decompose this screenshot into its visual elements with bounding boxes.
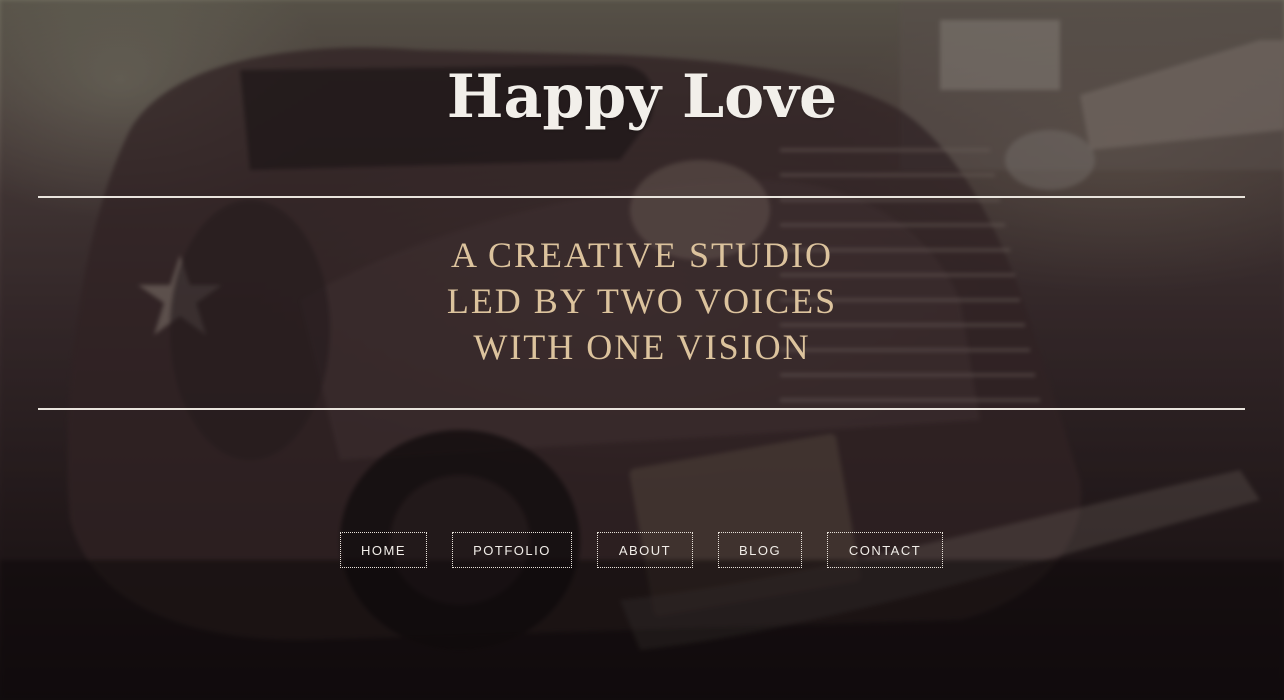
nav-blog-button[interactable]: BLOG xyxy=(718,532,802,568)
bottom-divider xyxy=(38,408,1245,410)
site-title[interactable]: Happy Love xyxy=(0,62,1284,132)
tagline-line-3: WITH ONE VISION xyxy=(473,327,811,367)
tagline-line-2: LED BY TWO VOICES xyxy=(446,281,838,321)
tagline: A CREATIVE STUDIO LED BY TWO VOICES WITH… xyxy=(0,232,1284,370)
tagline-line-1: A CREATIVE STUDIO xyxy=(451,235,833,275)
top-divider xyxy=(38,196,1245,198)
hero-section: Happy Love A CREATIVE STUDIO LED BY TWO … xyxy=(0,0,1284,700)
nav-contact-button[interactable]: CONTACT xyxy=(827,532,943,568)
main-navigation: HOME POTFOLIO ABOUT BLOG CONTACT xyxy=(0,532,1284,570)
nav-home-button[interactable]: HOME xyxy=(340,532,427,568)
nav-portfolio-button[interactable]: POTFOLIO xyxy=(452,532,572,568)
nav-about-button[interactable]: ABOUT xyxy=(597,532,693,568)
